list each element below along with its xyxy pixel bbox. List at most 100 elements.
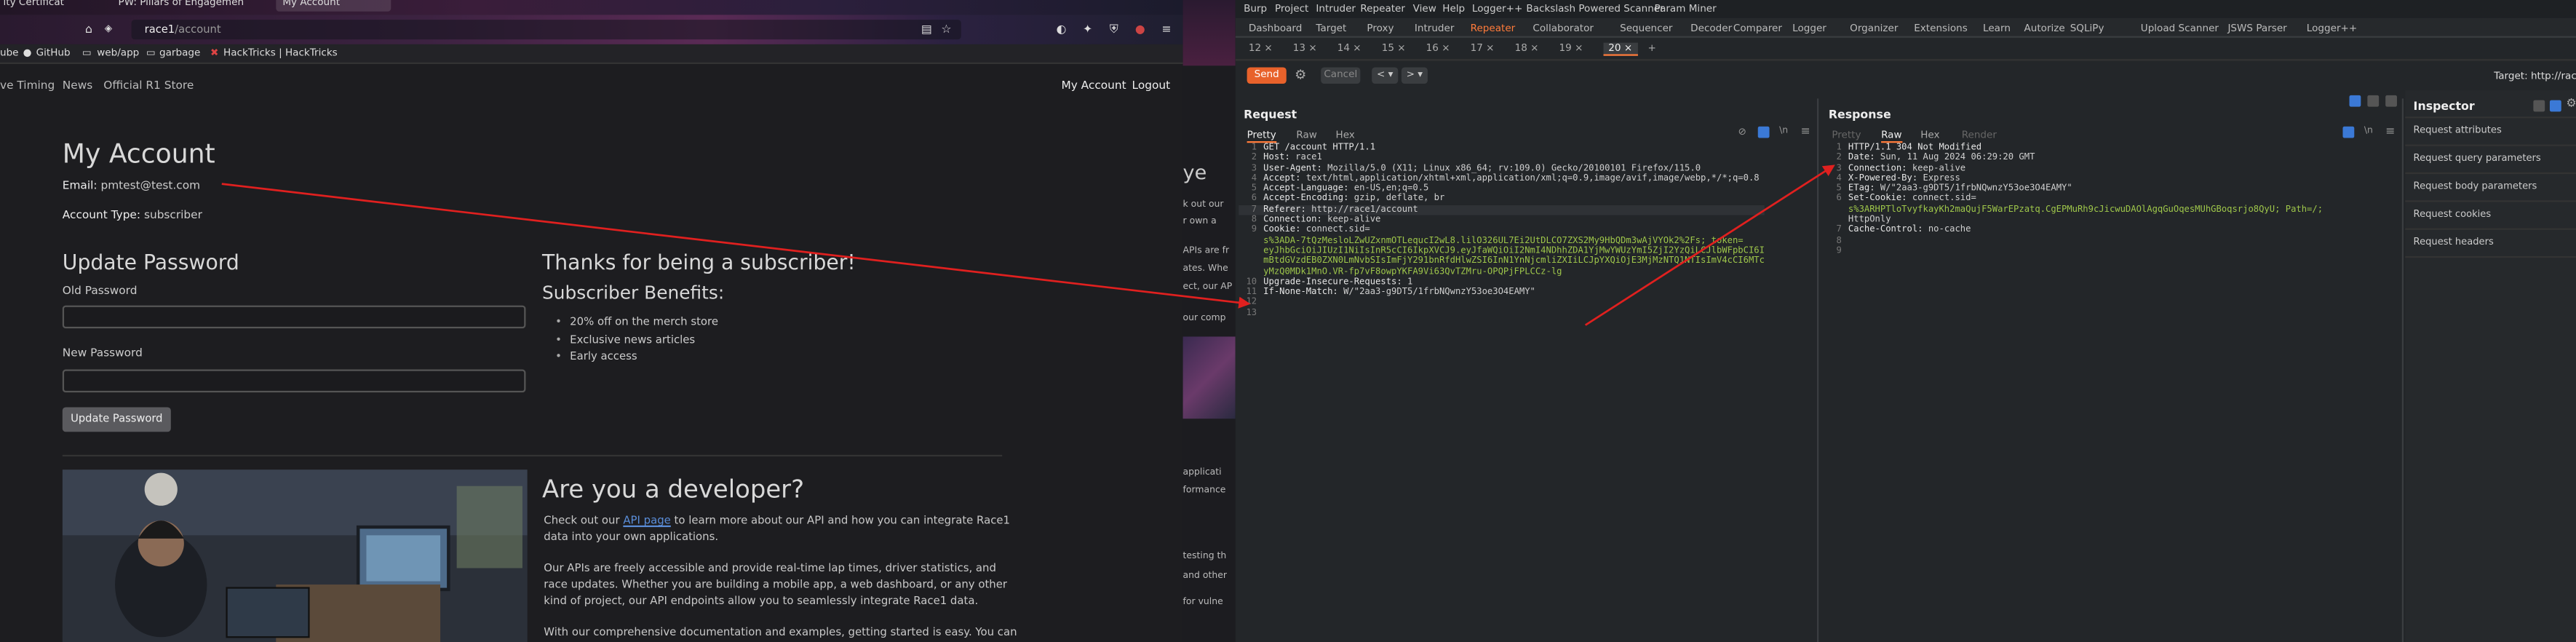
nav-link[interactable]: Official R1 Store [103, 79, 194, 92]
repeater-tab[interactable]: 17 × [1471, 43, 1495, 55]
menu-item[interactable]: Repeater [1360, 4, 1405, 15]
repeater-tab[interactable]: 15 × [1382, 43, 1406, 55]
bookmark-item[interactable]: HackTricks | HackTricks [223, 47, 338, 60]
browser-tab-active[interactable]: My Account [276, 0, 391, 12]
nav-link[interactable]: News [63, 79, 92, 92]
inspector-layout-icon[interactable] [2549, 100, 2561, 112]
inspector-item[interactable]: Request cookies [2414, 210, 2492, 221]
tool-tab[interactable]: Sequencer [1620, 23, 1672, 35]
settings-gear-icon[interactable]: ⚙ [2567, 97, 2576, 110]
pocket-icon[interactable]: ◐ [1054, 23, 1068, 36]
settings-gear-icon[interactable]: ⚙ [1295, 67, 1306, 82]
repeater-tab[interactable]: 14 × [1337, 43, 1361, 55]
bookmark-item[interactable]: web/app [97, 47, 139, 60]
repeater-tab[interactable]: 12 × [1249, 43, 1273, 55]
bookmark-item[interactable]: GitHub [36, 47, 71, 60]
target-label[interactable]: Target: http://race1 [2494, 71, 2576, 82]
tool-tab[interactable]: Proxy [1367, 23, 1394, 35]
shield-ext-icon[interactable]: ⛨ [1108, 23, 1121, 36]
newline-icon[interactable]: \n [2364, 127, 2373, 137]
tab-raw[interactable]: Raw [1881, 130, 1902, 143]
repeater-tab[interactable]: 13 × [1293, 43, 1317, 55]
bookmark-item[interactable]: ube [0, 47, 19, 60]
code-line: 10 Upgrade-Insecure-Requests: 1 [1246, 277, 1413, 288]
update-password-button[interactable]: Update Password [62, 407, 171, 432]
tool-tab[interactable]: JSWS Parser [2227, 23, 2286, 35]
tool-tab[interactable]: Decoder [1690, 23, 1732, 35]
tab-hex[interactable]: Hex [1336, 130, 1355, 141]
inspector-layout-icon[interactable] [2533, 100, 2545, 112]
request-editor[interactable]: 1 GET /account HTTP/1.1 2 Host: race1 3 User-… [1239, 143, 1765, 318]
browser-tab[interactable]: PW: Pillars of Engagemen [119, 0, 245, 12]
nav-link[interactable]: ve Timing [0, 79, 55, 92]
tool-tab[interactable]: Organizer [1850, 23, 1898, 35]
tool-tab[interactable]: Repeater [1471, 23, 1516, 35]
menu-icon[interactable]: ≡ [1160, 23, 1173, 36]
bookmark-item[interactable]: garbage [159, 47, 200, 60]
shield-icon[interactable]: ◈ [102, 23, 115, 36]
inspector-item[interactable]: Request attributes [2414, 127, 2502, 137]
menu-item[interactable]: Intruder [1316, 4, 1356, 15]
tool-tab[interactable]: Autorize [2024, 23, 2064, 35]
repeater-tab[interactable]: 20 × [1603, 42, 1637, 56]
menu-item[interactable]: Project [1275, 4, 1308, 15]
new-password-input[interactable] [62, 369, 526, 393]
slice-text: ye [1182, 161, 1207, 184]
inspector-item[interactable]: Request body parameters [2414, 182, 2537, 192]
menu-icon[interactable]: ≡ [1800, 124, 1810, 138]
cancel-button[interactable]: Cancel [1321, 67, 1361, 84]
layout-horizontal-icon[interactable] [2367, 95, 2380, 107]
avatar-ext-icon[interactable]: ● [1134, 23, 1147, 36]
repeater-tab[interactable]: 19 × [1559, 43, 1583, 55]
extension-icon[interactable]: ✦ [1081, 23, 1094, 36]
tab-render[interactable]: Render [1962, 130, 1997, 141]
hide-icon[interactable]: ⊘ [1738, 127, 1746, 138]
nav-my-account[interactable]: My Account [1061, 79, 1126, 92]
tool-tab[interactable]: Intruder [1415, 23, 1455, 35]
repeater-tab[interactable]: 16 × [1426, 43, 1450, 55]
tool-tab[interactable]: SQLiPy [2070, 23, 2104, 35]
tool-tab[interactable]: Target [1316, 23, 1346, 35]
tab-pretty[interactable]: Pretty [1832, 130, 1861, 141]
nav-logout[interactable]: Logout [1132, 79, 1171, 92]
tool-tab[interactable]: Comparer [1733, 23, 1782, 35]
reader-icon[interactable]: ▤ [920, 23, 933, 36]
layout-split-icon[interactable] [2349, 95, 2361, 107]
menu-icon[interactable]: ≡ [2385, 124, 2395, 138]
tool-tab[interactable]: Learn [1983, 23, 2011, 35]
tool-tab[interactable]: Dashboard [1249, 23, 1303, 35]
menu-item[interactable]: Backslash Powered Scanner [1526, 4, 1663, 15]
menu-item[interactable]: Burp [1244, 4, 1267, 15]
address-field[interactable]: race1/account ▤ ☆ [131, 20, 961, 40]
wrap-toggle-icon[interactable] [2342, 126, 2355, 138]
menu-item[interactable]: View [1413, 4, 1436, 15]
send-button[interactable]: Send [1247, 67, 1287, 84]
response-editor[interactable]: 1 HTTP/1.1 304 Not Modified 2 Date: Sun, 11… [1824, 143, 2323, 256]
menu-item[interactable]: Param Miner [1655, 4, 1717, 15]
forward-arrow-icon[interactable]: > ▾ [1401, 67, 1428, 84]
back-arrow-icon[interactable]: < ▾ [1372, 67, 1399, 84]
tab-hex[interactable]: Hex [1920, 130, 1939, 141]
tool-tab[interactable]: Logger++ [2307, 23, 2357, 35]
home-icon[interactable]: ⌂ [82, 23, 95, 36]
tool-tab[interactable]: Upload Scanner [2141, 23, 2219, 35]
old-password-input[interactable] [62, 305, 526, 329]
tab-raw[interactable]: Raw [1296, 130, 1317, 141]
layout-tabs-icon[interactable] [2385, 95, 2397, 107]
menu-item[interactable]: Help [1442, 4, 1465, 15]
list-item: 20% off on the merch store [555, 314, 718, 331]
wrap-toggle-icon[interactable] [1757, 126, 1770, 138]
newline-icon[interactable]: \n [1779, 127, 1788, 137]
menu-item[interactable]: Logger++ [1472, 4, 1522, 15]
repeater-tab[interactable]: 18 × [1515, 43, 1539, 55]
add-tab-button[interactable]: + [1647, 43, 1655, 55]
tool-tab[interactable]: Logger [1792, 23, 1826, 35]
inspector-item[interactable]: Request query parameters [2414, 154, 2541, 165]
api-page-link[interactable]: API page [623, 514, 670, 527]
tab-pretty[interactable]: Pretty [1247, 130, 1276, 143]
tool-tab[interactable]: Collaborator [1533, 23, 1593, 35]
tool-tab[interactable]: Extensions [1914, 23, 1968, 35]
inspector-item[interactable]: Request headers [2414, 238, 2494, 248]
browser-tab[interactable]: ity Certificat [4, 0, 64, 12]
bookmark-star-icon[interactable]: ☆ [939, 23, 953, 36]
